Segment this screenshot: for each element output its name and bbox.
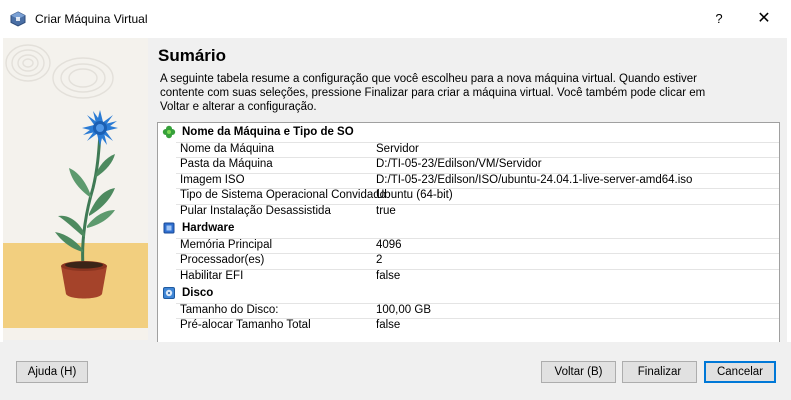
help-button[interactable]: Ajuda (H) <box>16 361 88 383</box>
title-bar: Criar Máquina Virtual ? ✕ <box>0 0 791 38</box>
row-value: 2 <box>376 254 383 266</box>
row-value: 100,00 GB <box>376 303 431 316</box>
table-row[interactable]: Nome da Máquina Servidor <box>158 141 779 158</box>
row-value: Servidor <box>376 142 419 155</box>
clover-icon <box>162 125 176 139</box>
section-header-name-os[interactable]: Nome da Máquina e Tipo de SO <box>158 123 779 142</box>
row-key: Pré-alocar Tamanho Total <box>180 319 311 331</box>
help-title-button[interactable]: ? <box>707 8 731 30</box>
row-key: Memória Principal <box>180 238 273 251</box>
table-row[interactable]: Tamanho do Disco: 100,00 GB <box>158 302 779 319</box>
row-value: D:/TI-05-23/Edilson/ISO/ubuntu-24.04.1-l… <box>376 173 693 186</box>
close-button[interactable]: ✕ <box>752 8 776 30</box>
table-row[interactable]: Pular Instalação Desassistida true <box>158 203 779 220</box>
table-row[interactable]: Memória Principal 4096 <box>158 237 779 254</box>
page-title: Sumário <box>158 46 227 65</box>
row-value: true <box>376 204 396 217</box>
row-key: Habilitar EFI <box>180 269 244 282</box>
flower-illustration-icon <box>3 38 148 340</box>
table-row[interactable]: Pasta da Máquina D:/TI-05-23/Edilson/VM/S… <box>158 157 779 173</box>
section-header-disk[interactable]: Disco <box>158 284 779 303</box>
section-title: Nome da Máquina e Tipo de SO <box>182 126 354 138</box>
section-header-hardware[interactable]: Hardware <box>158 219 779 238</box>
virtualbox-icon <box>10 11 26 27</box>
page-description: A seguinte tabela resume a configuração … <box>160 73 706 113</box>
summary-table[interactable]: Nome da Máquina e Tipo de SO Nome da Máq… <box>157 122 780 344</box>
table-row[interactable]: Habilitar EFI false <box>158 268 779 285</box>
wizard-content: Sumário A seguinte tabela resume a confi… <box>3 38 787 344</box>
table-row[interactable]: Pré-alocar Tamanho Total false <box>158 318 779 334</box>
row-value: Ubuntu (64-bit) <box>376 189 453 201</box>
finish-button[interactable]: Finalizar <box>622 361 697 383</box>
button-bar: Ajuda (H) Voltar (B) Finalizar Cancelar <box>0 342 791 400</box>
row-key: Nome da Máquina <box>180 142 274 155</box>
back-button[interactable]: Voltar (B) <box>541 361 616 383</box>
window-title: Criar Máquina Virtual <box>35 12 148 26</box>
row-value: D:/TI-05-23/Edilson/VM/Servidor <box>376 158 542 170</box>
row-value: false <box>376 319 401 331</box>
chip-icon <box>163 222 175 234</box>
row-key: Pular Instalação Desassistida <box>180 204 331 217</box>
table-row[interactable]: Processador(es) 2 <box>158 253 779 269</box>
row-value: 4096 <box>376 238 402 251</box>
row-key: Tamanho do Disco: <box>180 303 279 316</box>
disk-icon <box>163 287 175 299</box>
section-title: Disco <box>182 287 214 299</box>
table-row[interactable]: Tipo de Sistema Operacional Convidado Ubu… <box>158 188 779 204</box>
cancel-button[interactable]: Cancelar <box>704 361 776 383</box>
wizard-illustration <box>3 38 148 340</box>
section-title: Hardware <box>182 222 235 234</box>
row-key: Processador(es) <box>180 254 265 266</box>
row-value: false <box>376 269 401 282</box>
table-row[interactable]: Imagem ISO D:/TI-05-23/Edilson/ISO/ubuntu… <box>158 172 779 189</box>
row-key: Imagem ISO <box>180 173 245 186</box>
row-key: Pasta da Máquina <box>180 158 273 170</box>
row-key: Tipo de Sistema Operacional Convidado <box>180 189 387 201</box>
